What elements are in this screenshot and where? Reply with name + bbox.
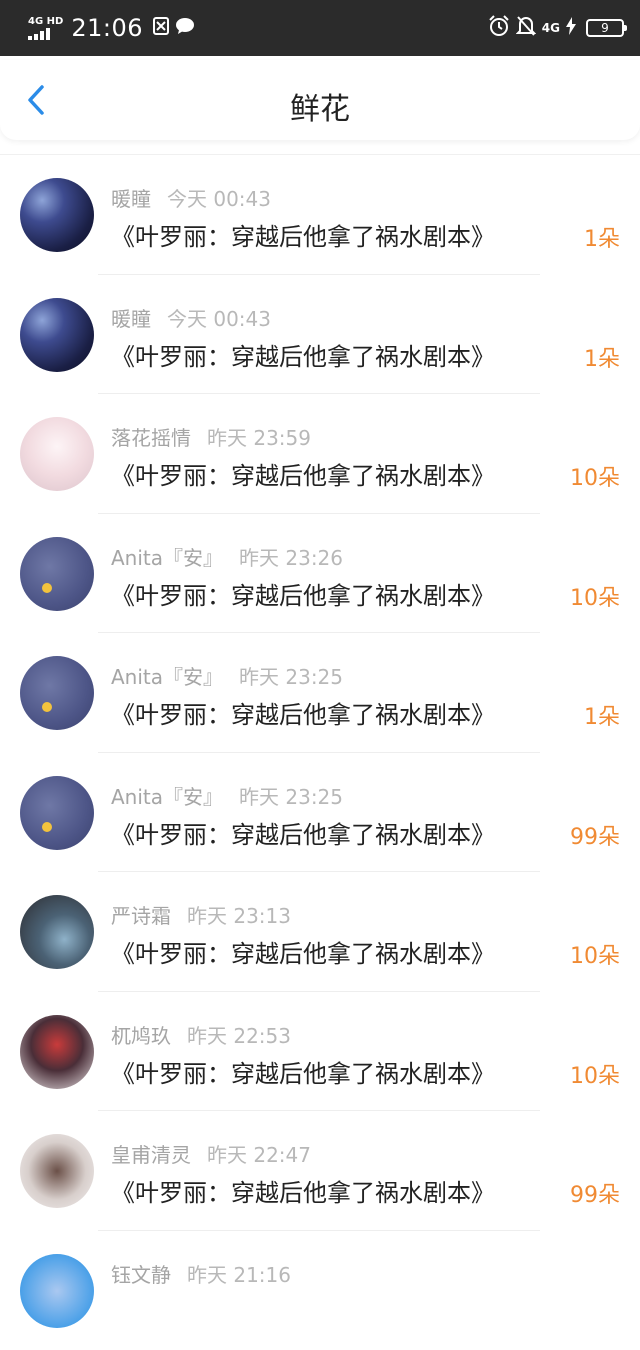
book-title[interactable]: 《叶罗丽：穿越后他拿了祸水剧本》 (111, 815, 495, 850)
username[interactable]: Anita『安』 (111, 785, 223, 809)
list-item[interactable]: Anita『安』昨天 23:25 《叶罗丽：穿越后他拿了祸水剧本》 1朵 (0, 633, 640, 753)
moon-icon (42, 822, 52, 832)
network-type: 4G HD (28, 17, 63, 27)
list-item[interactable]: 钰文静昨天 21:16 (0, 1231, 640, 1350)
timestamp: 昨天 23:26 (239, 546, 343, 570)
book-title[interactable]: 《叶罗丽：穿越后他拿了祸水剧本》 (111, 934, 495, 969)
timestamp: 昨天 23:13 (187, 904, 291, 928)
timestamp: 昨天 23:59 (207, 426, 311, 450)
book-title[interactable]: 《叶罗丽：穿越后他拿了祸水剧本》 (111, 695, 495, 730)
username[interactable]: Anita『安』 (111, 665, 223, 689)
item-meta: 严诗霜昨天 23:13 (111, 900, 291, 929)
list-item[interactable]: 皇甫清灵昨天 22:47 《叶罗丽：穿越后他拿了祸水剧本》 99朵 (0, 1111, 640, 1231)
battery-level: 9 (601, 21, 609, 35)
list-item[interactable]: Anita『安』昨天 23:25 《叶罗丽：穿越后他拿了祸水剧本》 99朵 (0, 753, 640, 873)
timestamp: 昨天 23:25 (239, 665, 343, 689)
signal-bars (28, 28, 50, 40)
alarm-icon (488, 15, 510, 41)
avatar[interactable] (20, 298, 94, 372)
item-meta: 暖瞳今天 00:43 (111, 303, 271, 332)
gift-list: 暖瞳今天 00:43 《叶罗丽：穿越后他拿了祸水剧本》 1朵 暖瞳今天 00:4… (0, 154, 640, 1350)
username[interactable]: 皇甫清灵 (111, 1143, 191, 1167)
username[interactable]: Anita『安』 (111, 546, 223, 570)
timestamp: 昨天 21:16 (187, 1263, 291, 1287)
charging-icon (566, 17, 576, 39)
status-left: 4G HD 21:06 (28, 14, 201, 42)
avatar[interactable] (20, 1015, 94, 1089)
username[interactable]: 杌鸠玖 (111, 1024, 171, 1048)
book-title[interactable]: 《叶罗丽：穿越后他拿了祸水剧本》 (111, 576, 495, 611)
list-item[interactable]: Anita『安』昨天 23:26 《叶罗丽：穿越后他拿了祸水剧本》 10朵 (0, 514, 640, 634)
timestamp: 昨天 22:47 (207, 1143, 311, 1167)
app-header: 鲜花 (0, 60, 640, 140)
flower-count: 10朵 (570, 580, 620, 612)
item-meta: 落花摇情昨天 23:59 (111, 422, 311, 451)
signal-icon: 4G HD (28, 17, 63, 40)
moon-icon (42, 702, 52, 712)
username[interactable]: 暖瞳 (111, 187, 151, 211)
flower-count: 10朵 (570, 1058, 620, 1090)
flower-count: 10朵 (570, 938, 620, 970)
book-title[interactable]: 《叶罗丽：穿越后他拿了祸水剧本》 (111, 337, 495, 372)
status-time: 21:06 (71, 14, 143, 42)
item-meta: 钰文静昨天 21:16 (111, 1259, 291, 1288)
book-title[interactable]: 《叶罗丽：穿越后他拿了祸水剧本》 (111, 217, 495, 252)
item-meta: 暖瞳今天 00:43 (111, 183, 271, 212)
avatar[interactable] (20, 776, 94, 850)
item-meta: 皇甫清灵昨天 22:47 (111, 1139, 311, 1168)
page-title: 鲜花 (0, 84, 640, 128)
item-meta: 杌鸠玖昨天 22:53 (111, 1020, 291, 1049)
avatar[interactable] (20, 895, 94, 969)
username[interactable]: 落花摇情 (111, 426, 191, 450)
flower-count: 1朵 (584, 341, 620, 373)
status-bar: 4G HD 21:06 4G 9 (0, 0, 640, 56)
battery-icon: 9 (586, 19, 624, 37)
list-item[interactable]: 落花摇情昨天 23:59 《叶罗丽：穿越后他拿了祸水剧本》 10朵 (0, 394, 640, 514)
moon-icon (42, 583, 52, 593)
username[interactable]: 严诗霜 (111, 904, 171, 928)
book-title[interactable]: 《叶罗丽：穿越后他拿了祸水剧本》 (111, 1054, 495, 1089)
flower-count: 1朵 (584, 699, 620, 731)
avatar[interactable] (20, 178, 94, 252)
book-title[interactable]: 《叶罗丽：穿越后他拿了祸水剧本》 (111, 1173, 495, 1208)
flower-count: 99朵 (570, 819, 620, 851)
avatar[interactable] (20, 417, 94, 491)
avatar[interactable] (20, 1254, 94, 1328)
timestamp: 昨天 23:25 (239, 785, 343, 809)
message-icon (175, 17, 195, 39)
avatar[interactable] (20, 537, 94, 611)
avatar[interactable] (20, 656, 94, 730)
flower-count: 1朵 (584, 221, 620, 253)
timestamp: 今天 00:43 (167, 187, 271, 211)
list-item[interactable]: 暖瞳今天 00:43 《叶罗丽：穿越后他拿了祸水剧本》 1朵 (0, 155, 640, 275)
status-right: 4G 9 (488, 15, 624, 41)
username[interactable]: 钰文静 (111, 1263, 171, 1287)
list-item[interactable]: 严诗霜昨天 23:13 《叶罗丽：穿越后他拿了祸水剧本》 10朵 (0, 872, 640, 992)
item-meta: Anita『安』昨天 23:25 (111, 781, 343, 810)
list-item[interactable]: 杌鸠玖昨天 22:53 《叶罗丽：穿越后他拿了祸水剧本》 10朵 (0, 992, 640, 1112)
flower-count: 10朵 (570, 460, 620, 492)
book-title[interactable]: 《叶罗丽：穿越后他拿了祸水剧本》 (111, 456, 495, 491)
item-meta: Anita『安』昨天 23:26 (111, 542, 343, 571)
avatar[interactable] (20, 1134, 94, 1208)
flower-count: 99朵 (570, 1177, 620, 1209)
mute-bell-icon (516, 15, 536, 41)
network-4g: 4G (542, 21, 560, 35)
item-meta: Anita『安』昨天 23:25 (111, 661, 343, 690)
timestamp: 今天 00:43 (167, 307, 271, 331)
sim-icon (153, 17, 169, 39)
list-item[interactable]: 暖瞳今天 00:43 《叶罗丽：穿越后他拿了祸水剧本》 1朵 (0, 275, 640, 395)
username[interactable]: 暖瞳 (111, 307, 151, 331)
timestamp: 昨天 22:53 (187, 1024, 291, 1048)
